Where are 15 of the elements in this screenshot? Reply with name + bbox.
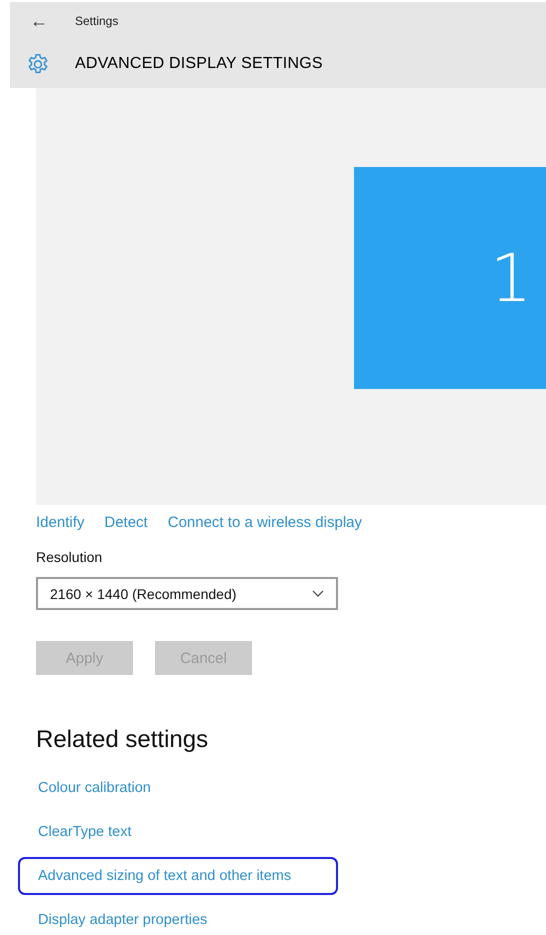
related-setting-link[interactable]: Advanced sizing of text and other items xyxy=(18,857,338,895)
related-setting-link[interactable]: Colour calibration xyxy=(18,769,338,807)
resolution-label: Resolution xyxy=(36,548,104,567)
monitor-tile[interactable]: 1 xyxy=(354,167,546,389)
back-arrow-button[interactable]: ← xyxy=(10,10,75,32)
page-title: ADVANCED DISPLAY SETTINGS xyxy=(75,55,323,73)
chevron-down-icon xyxy=(312,590,324,597)
section-heading: Related settings xyxy=(36,725,208,755)
display-link[interactable]: Connect to a wireless display xyxy=(168,514,362,530)
resolution-dropdown[interactable]: 2160 × 1440 (Recommended) xyxy=(36,577,338,610)
display-link[interactable]: Detect xyxy=(104,514,148,530)
app-title: Settings xyxy=(75,14,118,28)
display-link[interactable]: Identify xyxy=(36,514,84,530)
related-setting-link[interactable]: ClearType text xyxy=(18,813,338,851)
related-setting-link[interactable]: Display adapter properties xyxy=(18,901,338,935)
